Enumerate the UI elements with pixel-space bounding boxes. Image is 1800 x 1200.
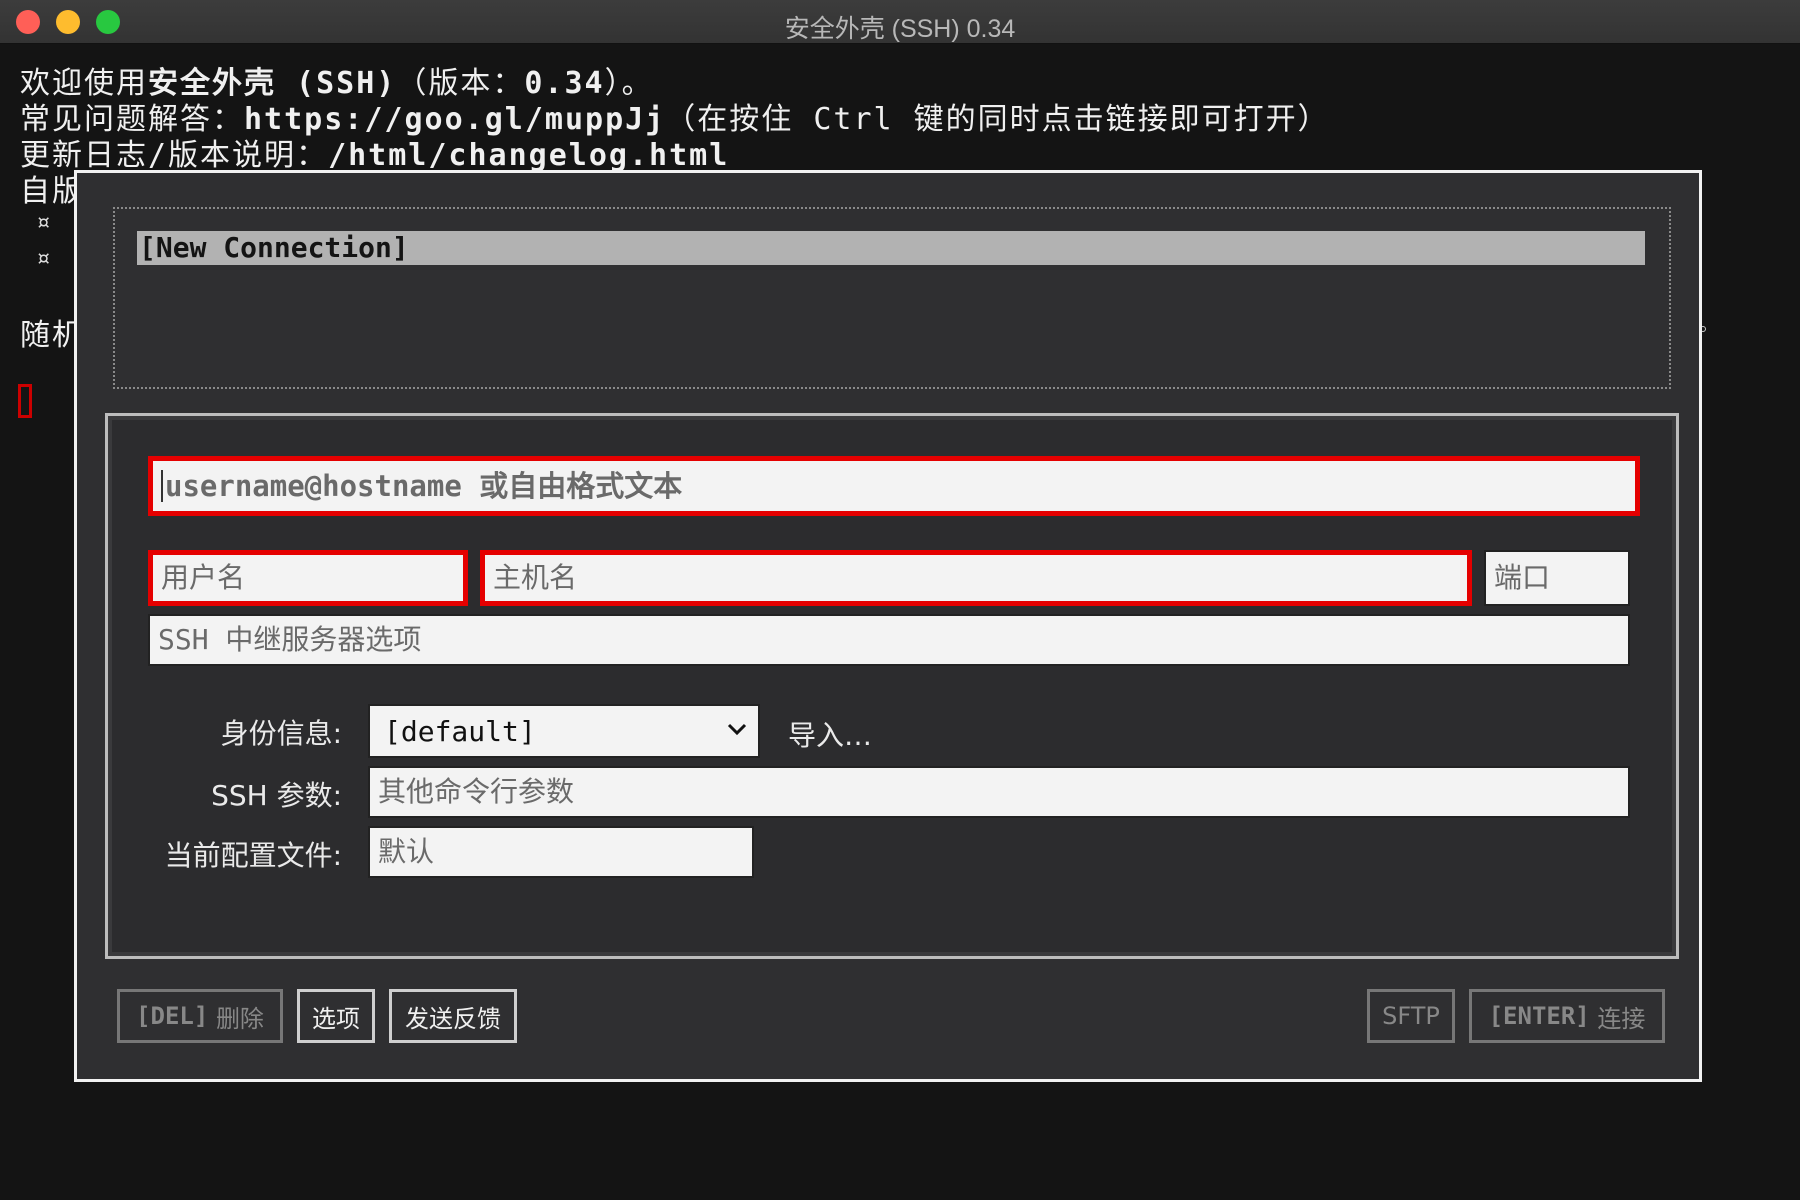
options-button[interactable]: 选项 bbox=[297, 989, 375, 1043]
title-bar: 安全外壳 (SSH) 0.34 bbox=[0, 0, 1800, 44]
send-feedback-button[interactable]: 发送反馈 bbox=[389, 989, 517, 1043]
relay-server-field[interactable]: SSH 中继服务器选项 bbox=[148, 614, 1630, 666]
identity-label: 身份信息: bbox=[220, 717, 342, 750]
hostname-field[interactable]: 主机名 bbox=[480, 550, 1472, 606]
identity-selected-value: [default] bbox=[384, 714, 536, 748]
profile-field[interactable]: 默认 bbox=[368, 826, 754, 878]
terminal-cursor bbox=[18, 384, 32, 418]
connection-item-new[interactable]: [New Connection] bbox=[137, 231, 1645, 265]
terminal-changelog-line: 更新日志/版本说明：/html/changelog.html bbox=[20, 138, 730, 173]
connection-form: username@hostname 或自由格式文本 用户名 主机名 端口 SSH… bbox=[105, 413, 1679, 959]
terminal-bullet: ¤ bbox=[36, 244, 51, 272]
ssh-args-label: SSH 参数: bbox=[211, 779, 342, 812]
text-caret bbox=[161, 470, 163, 502]
window-title: 安全外壳 (SSH) 0.34 bbox=[784, 15, 1016, 43]
connection-list[interactable]: [New Connection] bbox=[113, 207, 1671, 389]
import-identity-link[interactable]: 导入… bbox=[788, 714, 872, 754]
delete-button[interactable]: [DEL] 删除 bbox=[117, 989, 283, 1043]
port-field[interactable]: 端口 bbox=[1484, 550, 1630, 606]
quick-connect-input[interactable]: username@hostname 或自由格式文本 bbox=[148, 456, 1640, 516]
connect-button[interactable]: [ENTER] 连接 bbox=[1469, 989, 1665, 1043]
username-field[interactable]: 用户名 bbox=[148, 550, 468, 606]
terminal-bullet: ¤ bbox=[36, 208, 51, 236]
profile-label: 当前配置文件: bbox=[164, 839, 342, 872]
identity-select[interactable]: [default] bbox=[368, 704, 760, 758]
connection-form-body: username@hostname 或自由格式文本 用户名 主机名 端口 SSH… bbox=[112, 420, 1672, 952]
ssh-args-field[interactable]: 其他命令行参数 bbox=[368, 766, 1630, 818]
connection-dialog: [New Connection] username@hostname 或自由格式… bbox=[74, 170, 1702, 1082]
chevron-down-icon bbox=[727, 723, 747, 736]
sftp-button[interactable]: SFTP bbox=[1367, 989, 1455, 1043]
changelog-link[interactable]: /html/changelog.html bbox=[328, 138, 729, 173]
